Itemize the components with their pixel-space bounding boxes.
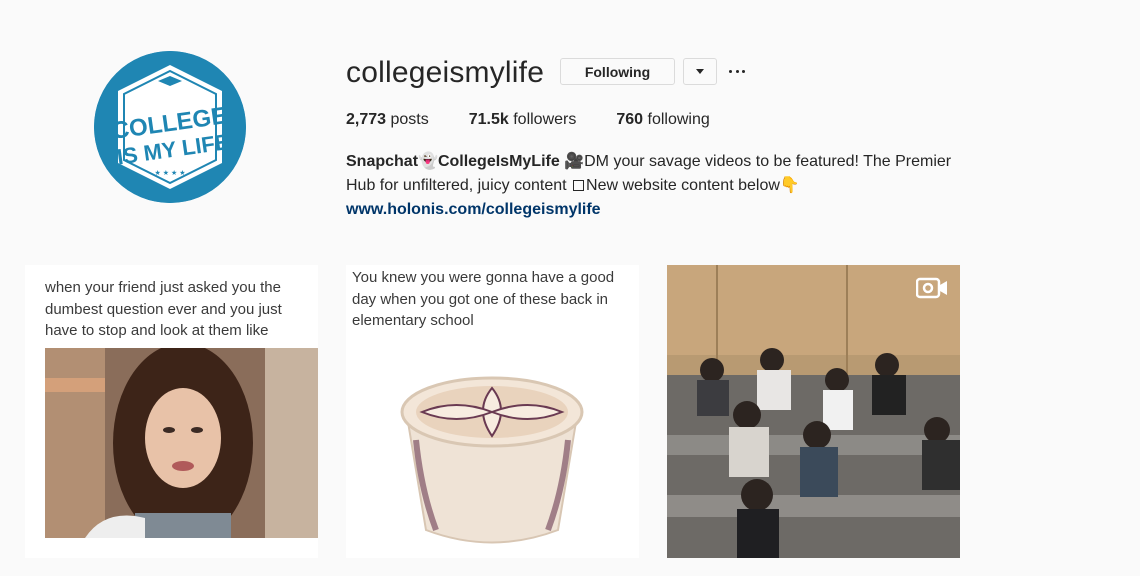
more-options-button[interactable] [729, 60, 745, 82]
following-label: following [643, 111, 710, 128]
svg-text:★ ★ ★ ★: ★ ★ ★ ★ [155, 169, 186, 177]
profile-bio: Snapchat👻CollegeIsMyLife 🎥DM your savage… [346, 150, 966, 222]
posts-count: 2,773 [346, 111, 387, 128]
bio-name: Snapchat👻CollegeIsMyLife [346, 153, 560, 170]
profile-stats: 2,773 posts 71.5k followers 760 followin… [346, 110, 750, 130]
profile-avatar[interactable]: COLLEGE IS MY LIFE ★ ★ ★ ★ [94, 51, 246, 203]
post-caption: when your friend just asked you the dumb… [45, 279, 282, 339]
posts-label: posts [386, 111, 429, 128]
post-image-ice-cream-cup [346, 340, 639, 558]
following-stat[interactable]: 760 following [616, 110, 709, 130]
caret-down-icon [696, 69, 704, 74]
box-icon [573, 180, 585, 191]
college-is-my-life-logo: COLLEGE IS MY LIFE ★ ★ ★ ★ [94, 51, 246, 203]
post-caption: You knew you were gonna have a good day … [352, 269, 615, 329]
post-thumbnail[interactable]: You knew you were gonna have a good day … [346, 265, 639, 558]
bio-website-link[interactable]: www.holonis.com/collegeismylife [346, 198, 966, 222]
post-thumbnail[interactable]: when your friend just asked you the dumb… [25, 265, 318, 558]
bio-text-2: New website content below👇 [586, 177, 800, 194]
followers-count: 71.5k [468, 111, 509, 128]
following-count: 760 [616, 111, 644, 128]
posts-stat: 2,773 posts [346, 110, 429, 130]
suggestions-dropdown-button[interactable] [683, 58, 717, 85]
dot-icon [735, 69, 739, 73]
post-image-girl [45, 348, 318, 538]
post-thumbnail-video[interactable] [667, 265, 960, 558]
video-camera-icon [916, 277, 947, 299]
post-image-lecture-hall [667, 265, 960, 558]
profile-username: collegeismylife [346, 56, 545, 89]
followers-label: followers [508, 111, 577, 128]
following-button[interactable]: Following [560, 58, 675, 85]
followers-stat[interactable]: 71.5k followers [469, 110, 577, 130]
dot-icon [729, 69, 732, 73]
dot-icon [742, 69, 745, 73]
